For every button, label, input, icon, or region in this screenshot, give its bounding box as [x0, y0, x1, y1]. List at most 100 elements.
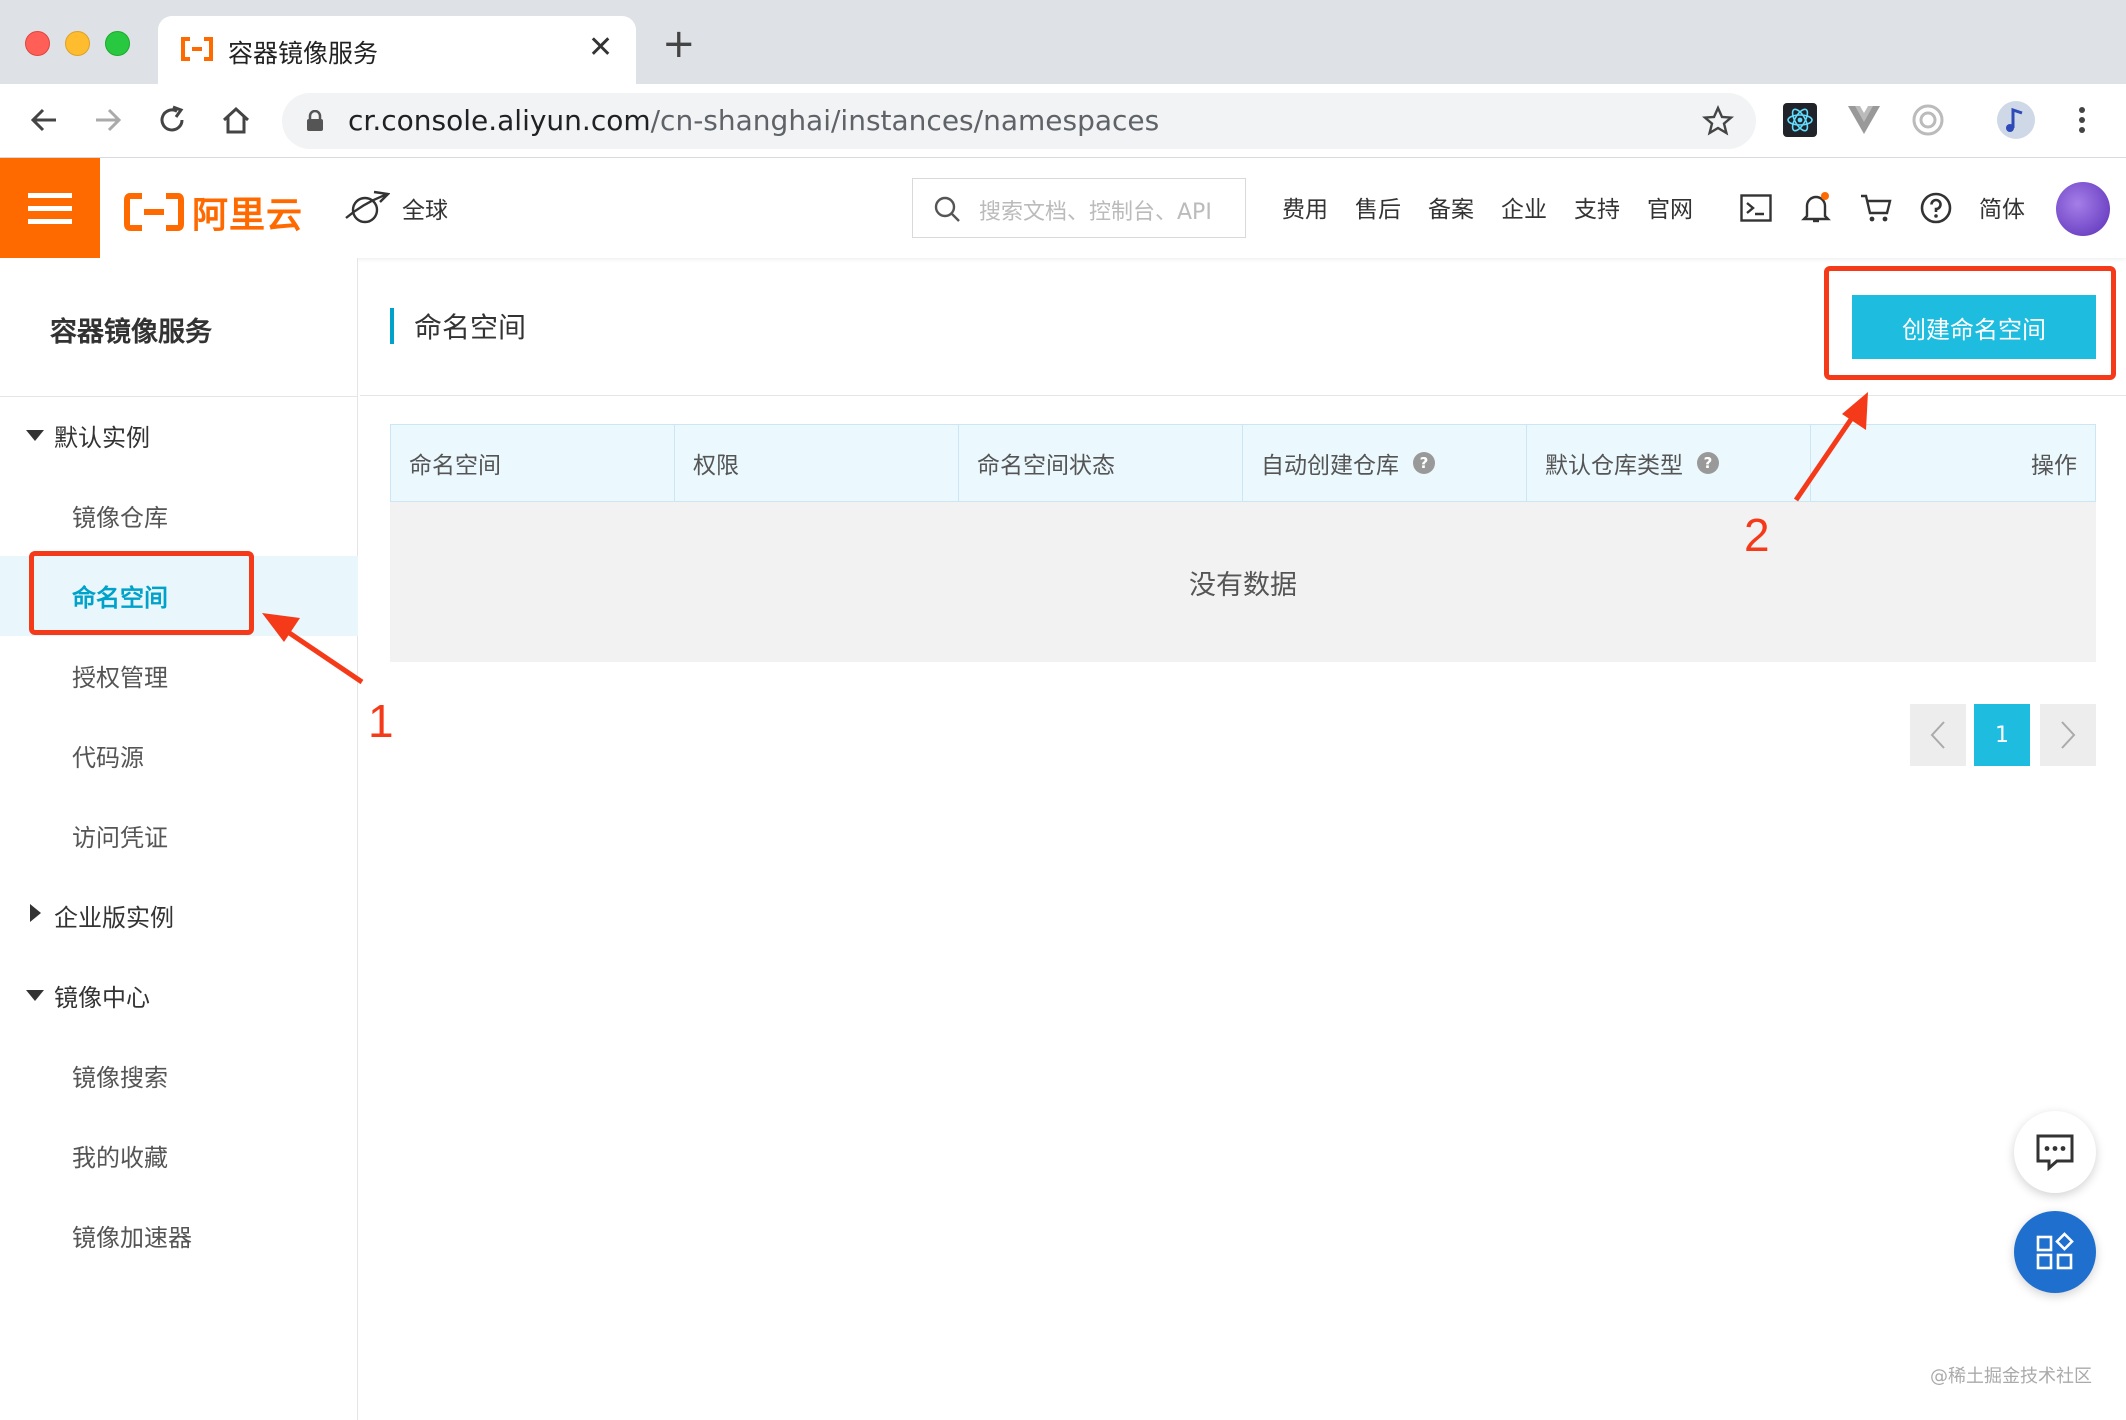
- search-icon: [934, 196, 960, 222]
- sidebar-item-image-search[interactable]: 镜像搜索: [0, 1036, 358, 1116]
- link-official-site[interactable]: 官网: [1647, 190, 1693, 224]
- namespace-table: 命名空间 权限 命名空间状态 自动创建仓库 ? 默认仓库类型 ? 操作 没有数据: [390, 424, 2096, 662]
- help-icon[interactable]: ?: [1697, 452, 1719, 474]
- reload-button[interactable]: [148, 96, 196, 144]
- chevron-right-icon: [2061, 721, 2076, 749]
- url-text: cr.console.aliyun.com/cn-shanghai/instan…: [348, 104, 1160, 137]
- back-button[interactable]: [20, 96, 68, 144]
- sidebar-item-access-credentials[interactable]: 访问凭证: [0, 796, 358, 876]
- sidebar-item-label: 访问凭证: [72, 824, 168, 852]
- vue-icon: [1848, 106, 1880, 134]
- hamburger-icon: [28, 193, 72, 224]
- aliyun-logo[interactable]: 阿里云: [124, 186, 303, 238]
- pagination-page-1[interactable]: 1: [1974, 704, 2030, 766]
- sidebar-group-enterprise-instance[interactable]: 企业版实例: [0, 876, 358, 956]
- sidebar-group-image-center[interactable]: 镜像中心: [0, 956, 358, 1036]
- help-icon[interactable]: ?: [1413, 452, 1435, 474]
- chevron-left-icon: [1930, 721, 1945, 749]
- column-header-permission: 权限: [675, 425, 959, 501]
- link-after-sales[interactable]: 售后: [1355, 190, 1401, 224]
- extension-button[interactable]: [1908, 100, 1948, 140]
- question-circle-icon: [1920, 192, 1952, 224]
- sidebar-group-default-instance[interactable]: 默认实例: [0, 396, 358, 476]
- apps-float-button[interactable]: [2014, 1211, 2096, 1293]
- cart-button[interactable]: [1856, 188, 1896, 228]
- user-avatar[interactable]: [2056, 182, 2110, 236]
- bookmark-star-icon[interactable]: [1702, 105, 1734, 137]
- column-header-status: 命名空间状态: [959, 425, 1243, 501]
- link-icp-filing[interactable]: 备案: [1428, 190, 1474, 224]
- caret-right-icon: [30, 904, 41, 922]
- annotation-highlight-namespaces: [29, 551, 254, 635]
- browser-tab[interactable]: 容器镜像服务 ✕: [158, 16, 636, 84]
- address-bar[interactable]: cr.console.aliyun.com/cn-shanghai/instan…: [282, 93, 1756, 149]
- link-enterprise[interactable]: 企业: [1501, 190, 1547, 224]
- sidebar-item-label: 镜像仓库: [72, 504, 168, 532]
- logo-text: 阿里云: [192, 195, 304, 236]
- region-label: 全球: [402, 198, 448, 224]
- caret-down-icon: [26, 990, 44, 1001]
- link-support[interactable]: 支持: [1574, 190, 1620, 224]
- react-devtools-extension[interactable]: [1780, 100, 1820, 140]
- apps-grid-icon: [2036, 1232, 2074, 1270]
- watermark: @稀土掘金技术社区: [1930, 1366, 2092, 1387]
- sidebar-item-repositories[interactable]: 镜像仓库: [0, 476, 358, 556]
- profile-button[interactable]: [1996, 100, 2036, 140]
- vue-devtools-extension[interactable]: [1844, 100, 1884, 140]
- sidebar-item-label: 代码源: [72, 744, 144, 772]
- sidebar-item-label: 镜像搜索: [72, 1064, 168, 1092]
- window-minimize-button[interactable]: [65, 31, 90, 56]
- bell-icon: [1801, 192, 1831, 223]
- column-header-namespace: 命名空间: [391, 425, 675, 501]
- globe-plane-icon: [345, 190, 390, 224]
- tab-close-icon[interactable]: ✕: [588, 30, 613, 65]
- profile-music-icon: [1997, 101, 2035, 139]
- window-maximize-button[interactable]: [105, 31, 130, 56]
- column-header-label: 自动创建仓库: [1261, 453, 1399, 479]
- chat-bubble-icon: [2036, 1134, 2074, 1171]
- language-switch[interactable]: 简体: [1979, 190, 2025, 224]
- column-header-label: 默认仓库类型: [1545, 453, 1683, 479]
- annotation-highlight-create-button: [1824, 266, 2116, 380]
- column-header-actions: 操作: [2031, 453, 2077, 479]
- more-vertical-icon: [2079, 107, 2085, 133]
- sidebar-title: 容器镜像服务: [50, 317, 212, 348]
- browser-toolbar: cr.console.aliyun.com/cn-shanghai/instan…: [0, 84, 2126, 158]
- sidebar-item-favorites[interactable]: 我的收藏: [0, 1116, 358, 1196]
- browser-tab-strip: 容器镜像服务 ✕ +: [0, 0, 2126, 84]
- chat-float-button[interactable]: [2014, 1111, 2096, 1193]
- column-header-auto-create: 自动创建仓库 ?: [1243, 425, 1527, 501]
- sidebar-item-image-accelerator[interactable]: 镜像加速器: [0, 1196, 358, 1276]
- table-header: 命名空间 权限 命名空间状态 自动创建仓库 ? 默认仓库类型 ? 操作: [390, 424, 2096, 502]
- sidebar-item-label: 授权管理: [72, 664, 168, 692]
- aliyun-favicon-icon: [181, 37, 213, 61]
- annotation-step-1: 1: [368, 695, 394, 747]
- help-button[interactable]: [1916, 188, 1956, 228]
- tab-title: 容器镜像服务: [228, 39, 379, 68]
- header-links: 费用 售后 备案 企业 支持 官网: [1282, 190, 1720, 224]
- pagination-prev-button[interactable]: [1910, 704, 1966, 766]
- window-close-button[interactable]: [25, 31, 50, 56]
- new-tab-button[interactable]: +: [662, 24, 696, 64]
- terminal-icon: [1740, 194, 1772, 222]
- pagination-next-button[interactable]: [2040, 704, 2096, 766]
- browser-menu-button[interactable]: [2062, 100, 2102, 140]
- home-button[interactable]: [212, 96, 260, 144]
- notifications-button[interactable]: [1796, 188, 1836, 228]
- region-selector[interactable]: 全球: [344, 188, 448, 228]
- forward-button[interactable]: [84, 96, 132, 144]
- annotation-step-2: 2: [1744, 509, 1770, 561]
- link-fees[interactable]: 费用: [1282, 190, 1328, 224]
- column-header-default-repo-type: 默认仓库类型 ?: [1527, 425, 1811, 501]
- empty-state: 没有数据: [390, 502, 2096, 662]
- main-menu-button[interactable]: [0, 158, 100, 258]
- sidebar-item-label: 镜像加速器: [72, 1224, 192, 1252]
- cloud-shell-button[interactable]: [1736, 188, 1776, 228]
- sidebar-item-label: 默认实例: [54, 424, 150, 452]
- sidebar-item-code-source[interactable]: 代码源: [0, 716, 358, 796]
- react-icon: [1783, 103, 1817, 137]
- search-input[interactable]: 搜索文档、控制台、API: [912, 178, 1246, 238]
- sidebar: 容器镜像服务 默认实例 镜像仓库 命名空间 授权管理 代码源 访问凭证 企业版实…: [0, 258, 358, 1420]
- search-placeholder: 搜索文档、控制台、API: [979, 200, 1212, 225]
- sidebar-item-authorization[interactable]: 授权管理: [0, 636, 358, 716]
